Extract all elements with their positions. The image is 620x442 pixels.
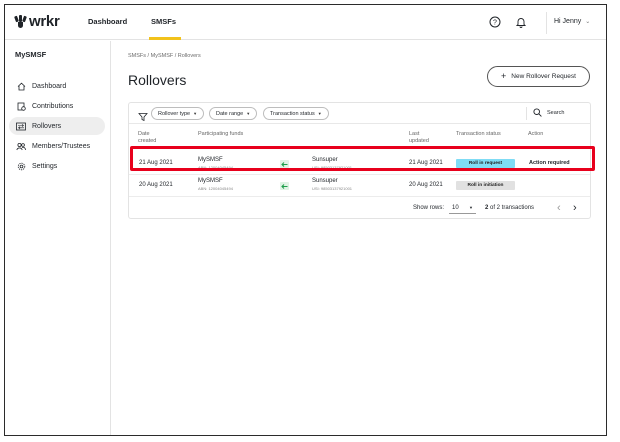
rollover-type-filter[interactable]: Rollover type ▼ xyxy=(151,107,205,120)
new-rollover-request-button[interactable]: + New Rollover Request xyxy=(487,66,590,87)
caret-down-icon: ▼ xyxy=(469,205,473,210)
filter-icon[interactable] xyxy=(138,109,148,122)
to-fund-name: Sunsuper xyxy=(312,157,338,163)
nav-active-indicator xyxy=(149,37,181,40)
user-greeting: Hi Jenny xyxy=(554,18,582,25)
last-updated-cell: 20 Aug 2021 xyxy=(409,182,443,188)
rollovers-table-card: Rollover type ▼ Date range ▼ Transaction s… xyxy=(128,102,591,219)
to-fund-id: USI: 98503137921001 xyxy=(312,165,353,170)
header-transaction-status: Transaction status xyxy=(456,131,501,137)
chip-label: Date range xyxy=(216,110,244,117)
sidebar-item-rollovers[interactable]: Rollovers xyxy=(9,117,105,135)
sidebar-item-dashboard[interactable]: Dashboard xyxy=(9,77,105,95)
header-text: created xyxy=(138,138,157,144)
chevron-down-icon: ⌄ xyxy=(585,19,591,25)
search-button[interactable]: Search xyxy=(533,108,564,117)
breadcrumb: SMSFs / MySMSF / Rollovers xyxy=(128,53,201,59)
nav-dashboard[interactable]: Dashboard xyxy=(88,17,127,26)
sidebar-item-settings[interactable]: Settings xyxy=(9,157,105,175)
help-icon[interactable]: ? xyxy=(488,15,502,29)
sidebar-item-label: Dashboard xyxy=(32,82,67,90)
search-label: Search xyxy=(547,109,565,116)
header-participating-funds: Participating funds xyxy=(198,131,244,137)
table-row[interactable]: 21 Aug 2021 MySMSF ABN: 12004045494 Suns… xyxy=(129,153,590,175)
wrkr-logo-icon xyxy=(14,15,27,28)
top-bar: wrkr Dashboard SMSFs ? Hi Jenny ⌄ xyxy=(5,5,606,40)
from-fund-name: MySMSF xyxy=(198,178,223,184)
action-required-link[interactable]: Action required xyxy=(529,160,570,166)
nav-smsfs[interactable]: SMSFs xyxy=(151,17,176,26)
show-rows-label: Show rows: xyxy=(413,205,445,211)
to-fund-cell: Sunsuper USI: 98503137921001 xyxy=(312,178,352,191)
members-icon xyxy=(16,141,26,151)
bell-icon[interactable] xyxy=(514,15,528,29)
page-title: Rollovers xyxy=(128,72,187,88)
rollovers-icon xyxy=(16,121,26,131)
header-date-created[interactable]: Date created xyxy=(138,131,156,145)
contributions-icon xyxy=(16,101,26,111)
from-fund-cell: MySMSF ABN: 12004045494 xyxy=(198,178,233,191)
chip-label: Rollover type xyxy=(158,110,191,117)
sidebar: MySMSF Dashboard Contributions Rollovers… xyxy=(5,41,111,435)
plus-icon: + xyxy=(501,71,507,81)
sidebar-item-label: Settings xyxy=(32,162,58,170)
caret-down-icon: ▼ xyxy=(193,111,198,116)
from-fund-name: MySMSF xyxy=(198,157,223,163)
status-badge: Roll in initiation xyxy=(456,181,515,190)
search-divider xyxy=(526,107,527,120)
pagination-current: 2 xyxy=(485,205,489,211)
top-divider xyxy=(546,12,547,34)
date-range-filter[interactable]: Date range ▼ xyxy=(209,107,258,120)
sidebar-item-label: Contributions xyxy=(32,102,74,110)
main-content: SMSFs / MySMSF / Rollovers Rollovers + N… xyxy=(112,41,606,435)
next-page-icon[interactable]: › xyxy=(573,202,577,214)
new-rollover-request-label: New Rollover Request xyxy=(511,73,576,80)
from-fund-cell: MySMSF ABN: 12004045494 xyxy=(198,157,233,170)
user-menu[interactable]: Hi Jenny ⌄ xyxy=(554,18,590,25)
filter-bar: Rollover type ▼ Date range ▼ Transaction s… xyxy=(129,103,590,124)
pagination-range: 2 of 2 transactions xyxy=(485,205,534,211)
last-updated-cell: 21 Aug 2021 xyxy=(409,160,443,166)
header-text: Last xyxy=(409,131,420,137)
caret-down-icon: ▼ xyxy=(317,111,322,116)
rows-per-page-value: 10 xyxy=(452,204,459,211)
chip-label: Transaction status xyxy=(270,110,315,117)
header-text: Date xyxy=(138,131,150,137)
logo-text: wrkr xyxy=(29,13,60,30)
svg-text:?: ? xyxy=(493,20,497,27)
arrow-left-icon xyxy=(280,160,289,168)
sidebar-title: MySMSF xyxy=(15,50,47,59)
header-last-updated[interactable]: Last updated xyxy=(409,131,429,145)
search-icon xyxy=(533,108,542,117)
arrow-left-icon xyxy=(280,182,289,190)
home-icon xyxy=(16,81,26,91)
prev-page-icon[interactable]: ‹ xyxy=(557,202,561,214)
date-created-cell: 21 Aug 2021 xyxy=(139,160,173,166)
to-fund-cell: Sunsuper USI: 98503137921001 xyxy=(312,157,352,170)
rows-per-page-select[interactable]: 10 ▼ xyxy=(449,202,476,214)
transaction-status-filter[interactable]: Transaction status ▼ xyxy=(263,107,329,120)
pagination-range-text: of 2 transactions xyxy=(490,205,535,211)
to-fund-name: Sunsuper xyxy=(312,178,338,184)
sidebar-item-label: Members/Trustees xyxy=(32,142,91,150)
date-created-cell: 20 Aug 2021 xyxy=(139,182,173,188)
header-action: Action xyxy=(528,131,544,137)
status-badge: Roll in request xyxy=(456,159,515,168)
header-text: updated xyxy=(409,138,429,144)
sidebar-item-label: Rollovers xyxy=(32,122,62,130)
table-row[interactable]: 20 Aug 2021 MySMSF ABN: 12004045494 Suns… xyxy=(129,175,590,197)
to-fund-id: USI: 98503137921001 xyxy=(312,186,353,191)
app-window: wrkr Dashboard SMSFs ? Hi Jenny ⌄ MySMSF… xyxy=(4,4,607,436)
from-fund-id: ABN: 12004045494 xyxy=(198,186,233,191)
from-fund-id: ABN: 12004045494 xyxy=(198,165,233,170)
caret-down-icon: ▼ xyxy=(246,111,251,116)
logo[interactable]: wrkr xyxy=(14,13,60,30)
sidebar-item-members-trustees[interactable]: Members/Trustees xyxy=(9,137,105,155)
pagination: Show rows: 10 ▼ 2 of 2 transactions ‹ › xyxy=(129,199,590,219)
sidebar-item-contributions[interactable]: Contributions xyxy=(9,97,105,115)
gear-icon xyxy=(16,161,26,171)
